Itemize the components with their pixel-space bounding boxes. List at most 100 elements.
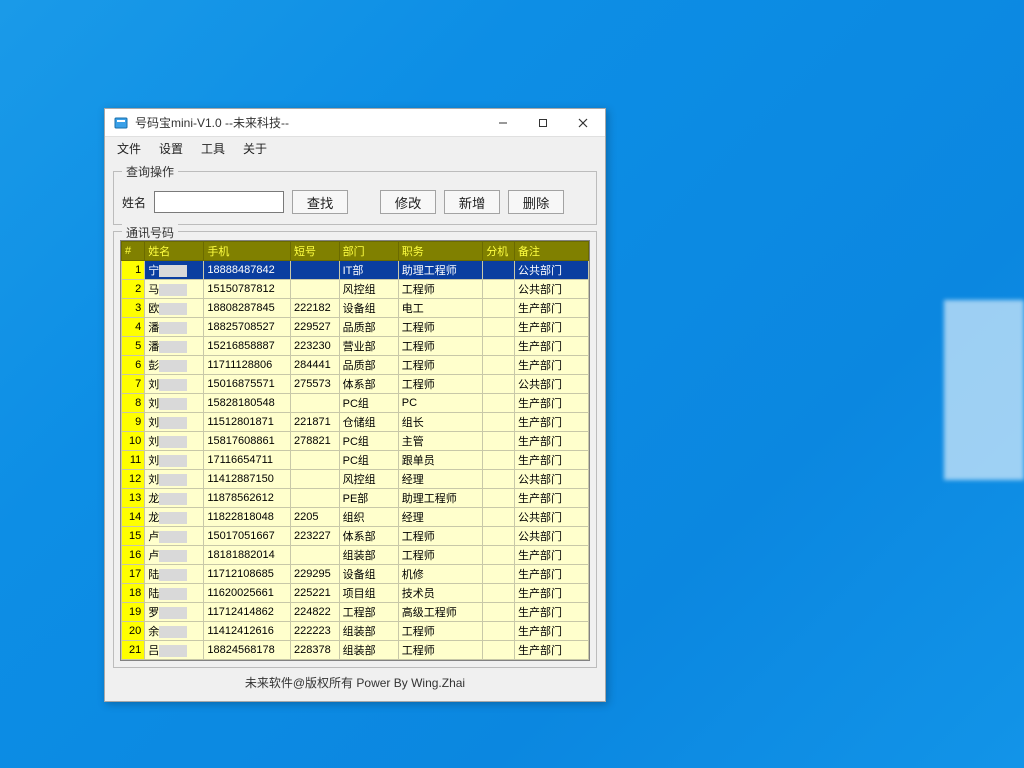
cell[interactable]: 海 <box>145 660 204 661</box>
cell[interactable]: 生产部门 <box>514 413 588 432</box>
cell[interactable] <box>483 451 515 470</box>
cell[interactable]: PC组 <box>339 432 398 451</box>
cell[interactable]: 12 <box>122 470 145 489</box>
cell[interactable] <box>291 394 340 413</box>
cell[interactable]: 生产部门 <box>514 641 588 660</box>
table-row[interactable]: 13龙11878562612PE部助理工程师生产部门 <box>122 489 589 508</box>
cell[interactable]: 生产部门 <box>514 318 588 337</box>
cell[interactable]: 8 <box>122 394 145 413</box>
table-row[interactable]: 19罗11712414862224822工程部高级工程师生产部门 <box>122 603 589 622</box>
cell[interactable]: 组装部 <box>339 546 398 565</box>
cell[interactable]: 跟单员 <box>398 451 483 470</box>
cell[interactable]: 11712108685 <box>204 565 291 584</box>
cell[interactable]: 刘 <box>145 375 204 394</box>
cell[interactable] <box>483 489 515 508</box>
cell[interactable] <box>483 394 515 413</box>
cell[interactable]: 公共部门 <box>514 527 588 546</box>
col-title[interactable]: 职务 <box>398 242 483 261</box>
search-button[interactable]: 查找 <box>292 190 348 214</box>
cell[interactable]: 工程师 <box>398 337 483 356</box>
cell[interactable]: 15016875571 <box>204 375 291 394</box>
table-row[interactable]: 20余11412412616222223组装部工程师生产部门 <box>122 622 589 641</box>
cell[interactable] <box>483 546 515 565</box>
col-short[interactable]: 短号 <box>291 242 340 261</box>
cell[interactable]: 工程师 <box>398 546 483 565</box>
cell[interactable] <box>483 660 515 661</box>
cell[interactable]: 2 <box>122 280 145 299</box>
grid-scroll[interactable]: # 姓名 手机 短号 部门 职务 分机 备注 1宁18888487842IT部助… <box>121 241 589 660</box>
cell[interactable]: 275573 <box>291 375 340 394</box>
cell[interactable]: 公共部门 <box>514 280 588 299</box>
titlebar[interactable]: 号码宝mini-V1.0 --未来科技-- <box>105 109 605 137</box>
cell[interactable]: 222182 <box>291 299 340 318</box>
cell[interactable] <box>291 451 340 470</box>
cell[interactable]: 229295 <box>291 565 340 584</box>
table-row[interactable]: 14龙118228180482205组织经理公共部门 <box>122 508 589 527</box>
table-row[interactable]: 6彭11711128806284441品质部工程师生产部门 <box>122 356 589 375</box>
cell[interactable]: 11822818048 <box>204 508 291 527</box>
table-row[interactable]: 21吕18824568178228378组装部工程师生产部门 <box>122 641 589 660</box>
cell[interactable]: 公共部门 <box>514 470 588 489</box>
cell[interactable]: 风控组 <box>339 280 398 299</box>
cell[interactable]: 组织 <box>339 508 398 527</box>
cell[interactable]: 卢 <box>145 527 204 546</box>
cell[interactable]: 风控组 <box>339 470 398 489</box>
modify-button[interactable]: 修改 <box>380 190 436 214</box>
table-row[interactable]: 2马15150787812风控组工程师公共部门 <box>122 280 589 299</box>
cell[interactable]: 11412887150 <box>204 470 291 489</box>
cell[interactable]: 2205 <box>291 508 340 527</box>
cell[interactable]: 15150787812 <box>204 280 291 299</box>
cell[interactable]: PC组 <box>339 451 398 470</box>
cell[interactable]: 助理工程师 <box>398 261 483 280</box>
cell[interactable]: 18 <box>122 584 145 603</box>
cell[interactable]: 技术员 <box>398 584 483 603</box>
delete-button[interactable]: 删除 <box>508 190 564 214</box>
cell[interactable]: 体系部 <box>339 375 398 394</box>
col-index[interactable]: # <box>122 242 145 261</box>
cell[interactable]: 工程师 <box>398 641 483 660</box>
cell[interactable]: 生产部门 <box>514 622 588 641</box>
cell[interactable] <box>483 622 515 641</box>
cell[interactable]: 11620025661 <box>204 584 291 603</box>
cell[interactable]: 284441 <box>291 356 340 375</box>
cell[interactable]: 生产部门 <box>514 565 588 584</box>
cell[interactable]: 工程师 <box>398 622 483 641</box>
cell[interactable]: 组长 <box>398 413 483 432</box>
cell[interactable]: 6 <box>122 356 145 375</box>
col-note[interactable]: 备注 <box>514 242 588 261</box>
cell[interactable]: 223230 <box>291 337 340 356</box>
cell[interactable]: 15216858887 <box>204 337 291 356</box>
cell[interactable]: 营业部 <box>339 337 398 356</box>
table-row[interactable]: 16卢18181882014组装部工程师生产部门 <box>122 546 589 565</box>
cell[interactable]: 品质部 <box>339 660 398 661</box>
cell[interactable]: 品质部 <box>339 356 398 375</box>
cell[interactable]: 7 <box>122 375 145 394</box>
col-ext[interactable]: 分机 <box>483 242 515 261</box>
cell[interactable]: 龙 <box>145 508 204 527</box>
cell[interactable]: 潘 <box>145 337 204 356</box>
cell[interactable]: 225221 <box>291 584 340 603</box>
cell[interactable]: 11712414862 <box>204 603 291 622</box>
table-row[interactable]: 22海15816721661品质部工程师生产部门 <box>122 660 589 661</box>
maximize-button[interactable] <box>523 110 563 136</box>
cell[interactable]: 马 <box>145 280 204 299</box>
cell[interactable]: 公共部门 <box>514 261 588 280</box>
cell[interactable] <box>291 470 340 489</box>
cell[interactable]: 主管 <box>398 432 483 451</box>
cell[interactable]: 278821 <box>291 432 340 451</box>
cell[interactable]: 仓储组 <box>339 413 398 432</box>
cell[interactable]: 1 <box>122 261 145 280</box>
cell[interactable] <box>483 261 515 280</box>
cell[interactable]: 11711128806 <box>204 356 291 375</box>
cell[interactable]: 电工 <box>398 299 483 318</box>
cell[interactable]: 生产部门 <box>514 584 588 603</box>
cell[interactable]: 生产部门 <box>514 603 588 622</box>
cell[interactable]: 体系部 <box>339 527 398 546</box>
cell[interactable]: 229527 <box>291 318 340 337</box>
cell[interactable] <box>483 470 515 489</box>
cell[interactable]: 龙 <box>145 489 204 508</box>
cell[interactable] <box>483 603 515 622</box>
cell[interactable]: 陆 <box>145 584 204 603</box>
cell[interactable]: 4 <box>122 318 145 337</box>
table-row[interactable]: 3欧18808287845222182设备组电工生产部门 <box>122 299 589 318</box>
